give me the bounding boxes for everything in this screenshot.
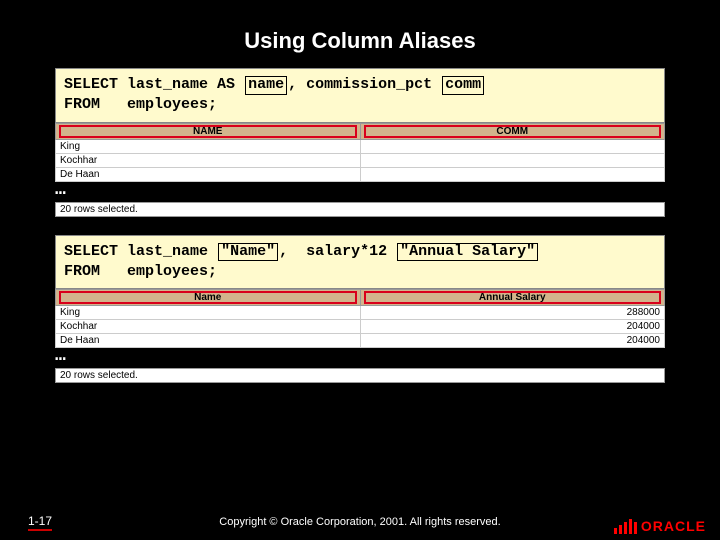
table-row: Kochhar [56,153,665,167]
sql-block-1: SELECT last_name AS name, commission_pct… [55,68,665,123]
sql-from-kw: FROM [64,263,100,280]
oracle-logo-text: ORACLE [641,518,706,534]
sql-comma: , [288,76,297,93]
ellipsis-2: … [55,346,665,368]
sql-block-2: SELECT last_name "Name", salary*12 "Annu… [55,235,665,290]
oracle-logo: ORACLE [614,518,706,534]
slide-footer: 1-17 Copyright © Oracle Corporation, 200… [0,504,720,540]
sql-col1: last_name AS [127,76,235,93]
table-row: King [56,139,665,153]
sql-col2: salary*12 [306,243,387,260]
oracle-logo-bars-icon [614,519,637,534]
status-bar-2: 20 rows selected. [55,368,665,383]
sql-select-kw: SELECT [64,76,118,93]
col-header-name: NAME [56,123,361,139]
result-table-2: Name Annual Salary King 288000 Kochhar 2… [55,289,665,348]
table-row: Kochhar 204000 [56,320,665,334]
slide-content: SELECT last_name AS name, commission_pct… [0,68,720,383]
sql-alias-name: name [245,76,287,95]
page-number: 1-17 [28,514,52,531]
cell-name: King [56,306,361,320]
cell-name: Kochhar [56,320,361,334]
ellipsis-1: … [55,180,665,202]
sql-comma: , [279,243,288,260]
sql-alias-name-quoted: "Name" [218,243,278,262]
cell-name: Kochhar [56,153,361,167]
table-row: King 288000 [56,306,665,320]
sql-from-kw: FROM [64,96,100,113]
cell-name: King [56,139,361,153]
sql-alias-annual-salary: "Annual Salary" [397,243,538,262]
copyright-text: Copyright © Oracle Corporation, 2001. Al… [0,516,720,528]
slide-title: Using Column Aliases [0,0,720,68]
cell-comm [360,139,665,153]
sql-col1: last_name [127,243,208,260]
col-header-annual-salary: Annual Salary [360,290,665,306]
result-table-1: NAME COMM King Kochhar De Haan [55,123,665,182]
col-header-name2: Name [56,290,361,306]
col-header-comm: COMM [360,123,665,139]
cell-salary: 288000 [360,306,665,320]
sql-table: employees; [127,263,217,280]
sql-alias-comm: comm [442,76,484,95]
cell-comm [360,153,665,167]
sql-table: employees; [127,96,217,113]
sql-select-kw: SELECT [64,243,118,260]
sql-col2: commission_pct [306,76,432,93]
status-bar-1: 20 rows selected. [55,202,665,217]
cell-salary: 204000 [360,320,665,334]
